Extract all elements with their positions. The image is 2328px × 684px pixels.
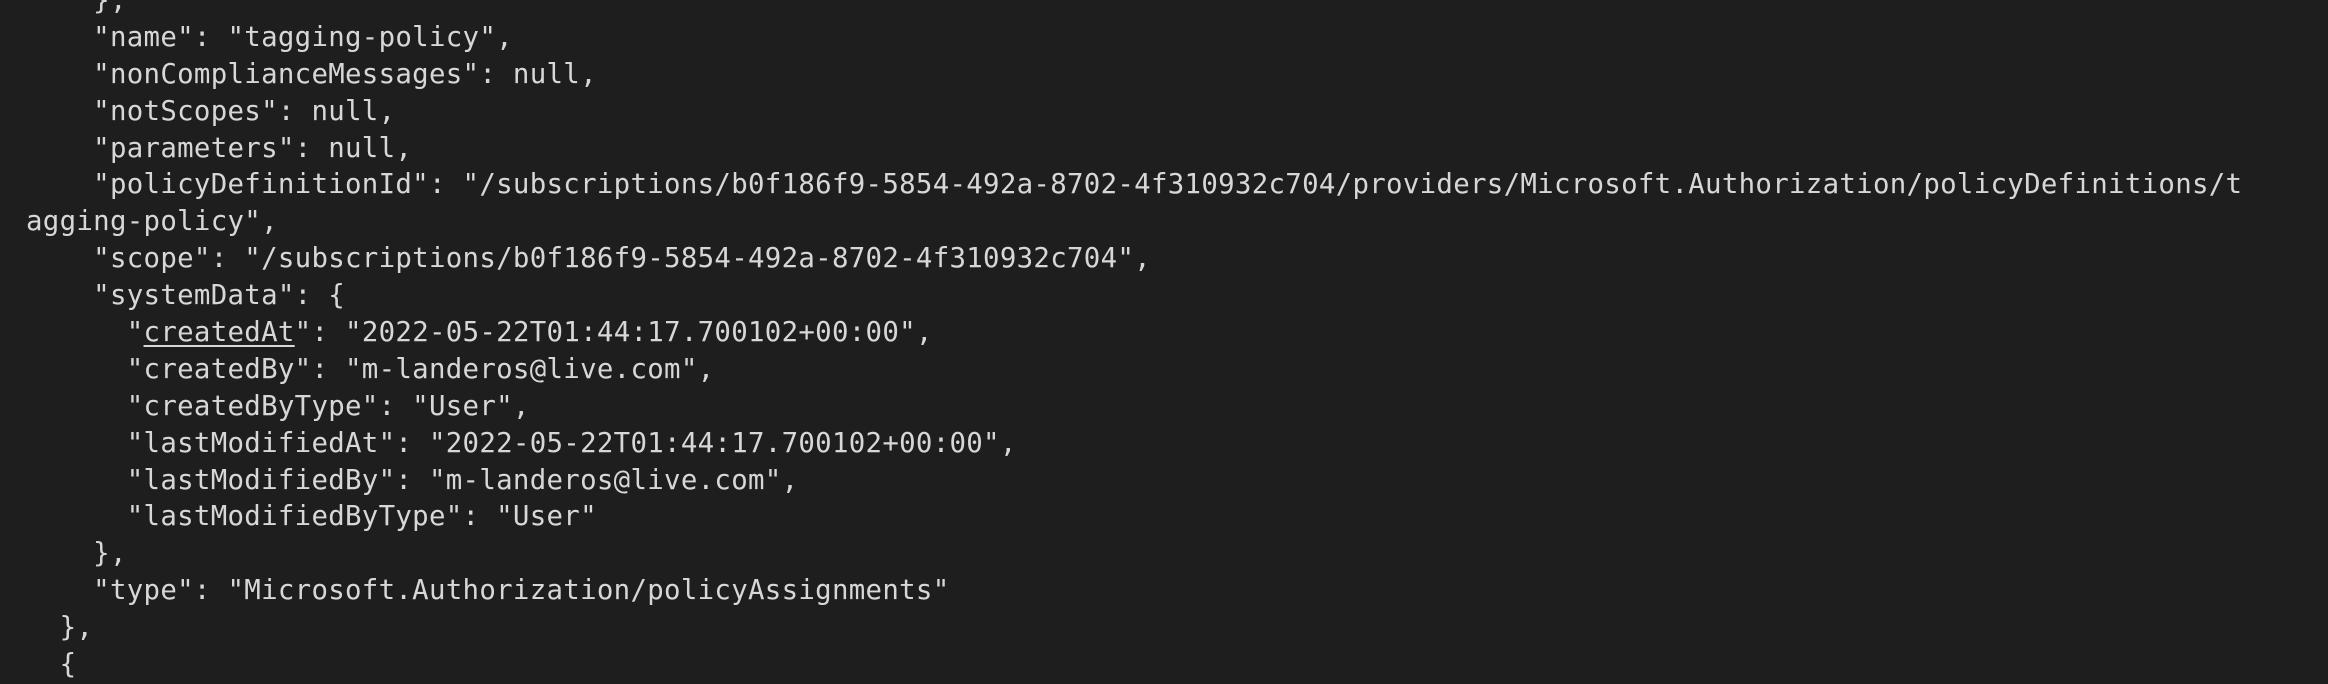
output-line: "systemData": {	[26, 280, 346, 312]
output-line: "createdAt": "2022-05-22T01:44:17.700102…	[26, 315, 2242, 352]
json-output: }, "name": "tagging-policy", "nonComplia…	[26, 0, 2242, 684]
underlined-key: createdAt	[143, 317, 295, 349]
output-line: },	[26, 538, 127, 570]
output-line: {	[26, 649, 77, 681]
line-prefix: "	[26, 317, 144, 349]
output-line: "parameters": null,	[26, 132, 413, 164]
output-line: "nonComplianceMessages": null,	[26, 58, 597, 90]
output-line: "lastModifiedAt": "2022-05-22T01:44:17.7…	[26, 427, 1017, 459]
output-line: "createdBy": "m-landeros@live.com",	[26, 353, 715, 385]
output-line: "lastModifiedByType": "User"	[26, 501, 597, 533]
output-line: },	[26, 612, 94, 644]
output-line: "policyDefinitionId": "/subscriptions/b0…	[26, 169, 2243, 201]
output-line: "createdByType": "User",	[26, 390, 530, 422]
output-line-wrapped: agging-policy",	[26, 206, 278, 238]
output-line: "scope": "/subscriptions/b0f186f9-5854-4…	[26, 243, 1151, 275]
output-line: "type": "Microsoft.Authorization/policyA…	[26, 575, 950, 607]
output-line: "lastModifiedBy": "m-landeros@live.com",	[26, 464, 799, 496]
line-suffix: ": "2022-05-22T01:44:17.700102+00:00",	[294, 317, 933, 349]
output-line: },	[26, 0, 127, 16]
output-line: "name": "tagging-policy",	[26, 21, 513, 53]
output-line: "notScopes": null,	[26, 95, 396, 127]
terminal-window[interactable]: }, "name": "tagging-policy", "nonComplia…	[0, 0, 2328, 680]
